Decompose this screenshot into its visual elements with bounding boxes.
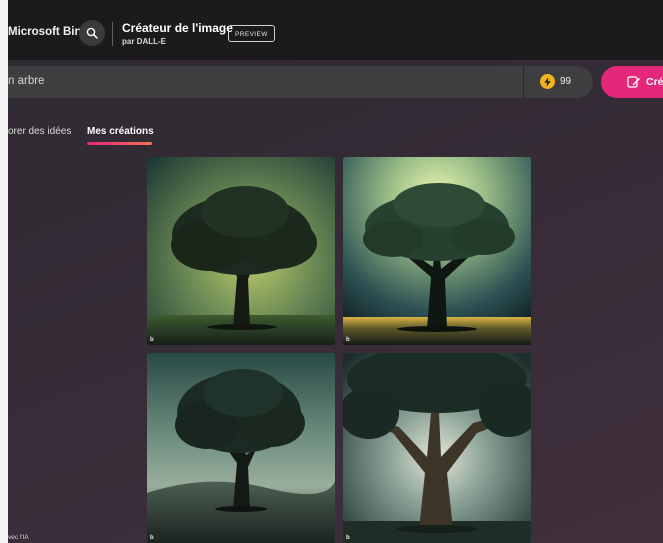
image-watermark: b bbox=[150, 337, 154, 343]
left-edge-strip bbox=[0, 0, 8, 543]
create-button[interactable]: Créer bbox=[601, 66, 663, 98]
active-tab-indicator bbox=[87, 142, 152, 145]
brand-link[interactable]: Microsoft Bing bbox=[8, 26, 89, 38]
search-icon bbox=[86, 27, 98, 39]
prompt-bar: n arbre 99 bbox=[8, 66, 593, 98]
preview-badge: PREVIEW bbox=[228, 25, 275, 42]
generated-image-2[interactable]: b bbox=[343, 157, 531, 345]
create-button-label: Créer bbox=[646, 76, 663, 88]
header-divider bbox=[112, 22, 113, 46]
generated-image-4[interactable]: b bbox=[343, 353, 531, 543]
page-subtitle: par DALL-E bbox=[122, 37, 166, 46]
image-watermark: b bbox=[346, 535, 350, 541]
tab-my-creations[interactable]: Mes créations bbox=[87, 126, 154, 137]
generated-image-1[interactable]: b bbox=[147, 157, 335, 345]
lightning-icon bbox=[540, 74, 555, 89]
create-image-icon bbox=[627, 76, 640, 88]
prompt-divider bbox=[523, 66, 524, 98]
generated-image-3[interactable]: b bbox=[147, 353, 335, 543]
prompt-input[interactable]: n arbre bbox=[8, 75, 44, 87]
tab-explore-ideas[interactable]: orer des idées bbox=[8, 126, 71, 137]
search-button[interactable] bbox=[79, 20, 105, 46]
header: Microsoft Bing Créateur de l'image par D… bbox=[8, 0, 663, 60]
app-window: Microsoft Bing Créateur de l'image par D… bbox=[0, 0, 663, 543]
footer-note: vec l'IA bbox=[8, 534, 29, 541]
image-watermark: b bbox=[150, 535, 154, 541]
page-title: Créateur de l'image bbox=[122, 21, 233, 35]
boost-count: 99 bbox=[560, 76, 572, 87]
boost-counter[interactable]: 99 bbox=[540, 74, 571, 89]
image-watermark: b bbox=[346, 337, 350, 343]
